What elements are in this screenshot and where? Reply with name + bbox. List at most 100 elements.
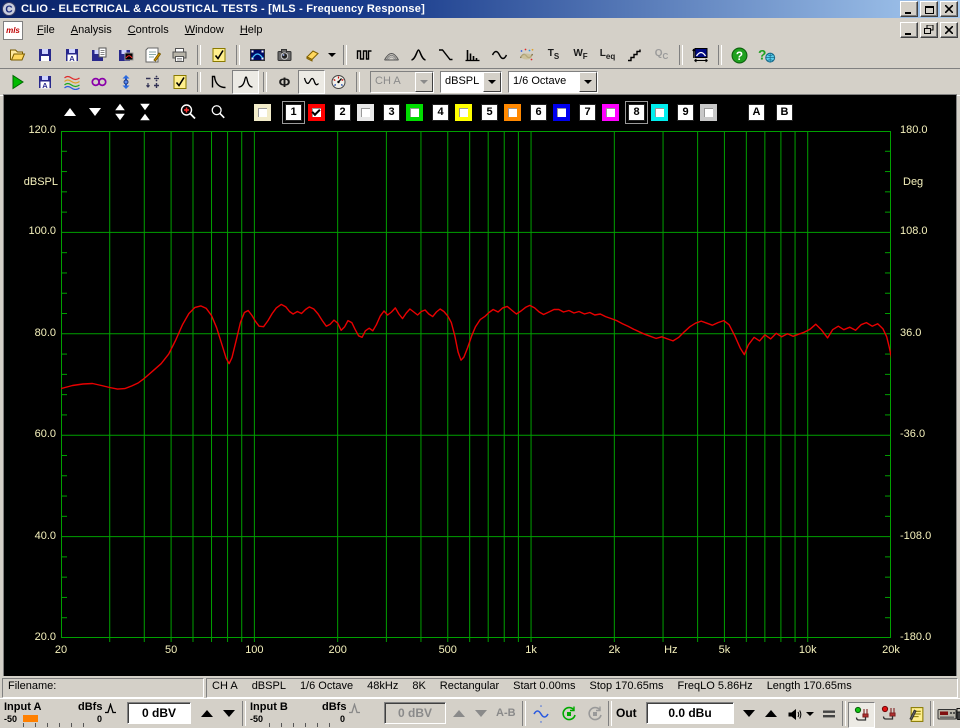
overlay-curves-button[interactable]: [58, 70, 85, 94]
sinusoidal-button[interactable]: [486, 43, 513, 67]
fft-button[interactable]: [459, 43, 486, 67]
mls-window-icon[interactable]: mls: [3, 20, 23, 40]
curve-check-6[interactable]: [553, 103, 570, 121]
notes-export-button[interactable]: [139, 43, 166, 67]
print-button[interactable]: [166, 43, 193, 67]
shift-down-button[interactable]: [89, 108, 101, 116]
close-button[interactable]: [940, 1, 958, 17]
overlay-checkbox[interactable]: [254, 103, 271, 121]
menu-item-file[interactable]: File: [29, 22, 63, 38]
output-levels-button[interactable]: [818, 702, 840, 726]
zoom-out-button[interactable]: [210, 104, 226, 120]
snapshot-button[interactable]: [271, 43, 298, 67]
out-level[interactable]: 0.0 dBu: [646, 702, 734, 724]
leq-button[interactable]: Leq: [594, 43, 621, 67]
curve-button-9[interactable]: 9: [677, 103, 694, 121]
decay-button[interactable]: [432, 43, 459, 67]
curve-check-4[interactable]: [455, 103, 472, 121]
mls-settings-button[interactable]: [205, 43, 232, 67]
input-a-up-button[interactable]: [198, 706, 216, 721]
menu-item-window[interactable]: Window: [177, 22, 232, 38]
frequency-response-plot[interactable]: [61, 131, 891, 643]
curve-check-9[interactable]: [700, 103, 717, 121]
menu-item-controls[interactable]: Controls: [120, 22, 177, 38]
resize-graph-button[interactable]: [687, 43, 714, 67]
minimize-button[interactable]: [900, 1, 918, 17]
curve-button-5[interactable]: 5: [481, 103, 498, 121]
help-button[interactable]: ?: [726, 43, 753, 67]
curve-button-8[interactable]: 8: [625, 100, 648, 124]
film-export-button[interactable]: [244, 43, 271, 67]
smoothing-select[interactable]: 1/6 Octave: [508, 71, 598, 93]
minimum-phase-button[interactable]: [298, 70, 325, 94]
measurement-info-item: Stop 170.65ms: [589, 680, 664, 692]
mic-a-button[interactable]: [848, 702, 875, 728]
export-graphics-button[interactable]: [112, 43, 139, 67]
maximize-button[interactable]: [920, 1, 938, 17]
curve-check-7[interactable]: [602, 103, 619, 121]
expand-scale-button[interactable]: [114, 103, 126, 121]
save-button[interactable]: [31, 43, 58, 67]
mic-settings-button[interactable]: [904, 702, 929, 726]
out-down-button[interactable]: [740, 706, 758, 721]
phase-button[interactable]: Φ: [271, 70, 298, 94]
input-a-sensitivity[interactable]: 0 dBV: [127, 702, 191, 724]
curve-check-8[interactable]: [651, 103, 668, 121]
child-close-button[interactable]: [940, 22, 958, 38]
ts-parameters-button[interactable]: TS: [540, 43, 567, 67]
menu-item-help[interactable]: Help: [232, 22, 271, 38]
out-up-button[interactable]: [762, 706, 780, 721]
unit-select-arrow[interactable]: [483, 72, 501, 92]
child-restore-button[interactable]: [920, 22, 938, 38]
curve-check-2[interactable]: [357, 103, 374, 121]
frequency-domain-button[interactable]: [232, 70, 259, 94]
linearity-button[interactable]: [621, 43, 648, 67]
meter-button[interactable]: [325, 70, 352, 94]
mls-settings-button-2[interactable]: [166, 70, 193, 94]
save-curve-a-button[interactable]: A: [58, 43, 85, 67]
compress-scale-button[interactable]: [139, 103, 151, 121]
y-axis-title: dBSPL: [23, 176, 58, 188]
curve-check-1[interactable]: [308, 103, 325, 121]
noise-sweep-button[interactable]: [513, 43, 540, 67]
compare-b-button[interactable]: B: [776, 103, 793, 121]
curve-button-7[interactable]: 7: [579, 103, 596, 121]
curve-button-2[interactable]: 2: [334, 103, 351, 121]
quality-control-button: QC: [654, 47, 669, 61]
menu-item-analysis[interactable]: Analysis: [63, 22, 120, 38]
store-curve-button[interactable]: A: [31, 70, 58, 94]
export-data-button[interactable]: [85, 43, 112, 67]
wow-flutter-button[interactable]: WF: [567, 43, 594, 67]
input-a-down-button[interactable]: [220, 706, 238, 721]
curve-check-3[interactable]: [406, 103, 423, 121]
reference-button[interactable]: [112, 70, 139, 94]
curve-button-6[interactable]: 6: [530, 103, 547, 121]
impulse-analysis-button[interactable]: [405, 43, 432, 67]
curve-check-5[interactable]: [504, 103, 521, 121]
output-select-button[interactable]: [784, 702, 804, 726]
loop-mode-button[interactable]: [85, 70, 112, 94]
smoothing-select-arrow[interactable]: [579, 72, 597, 92]
compare-a-button[interactable]: A: [748, 103, 765, 121]
manual-button[interactable]: [952, 702, 960, 726]
go-button[interactable]: [4, 70, 31, 94]
help-online-button[interactable]: ?: [753, 43, 780, 67]
input-autorange-button[interactable]: [528, 702, 553, 726]
open-button[interactable]: [4, 43, 31, 67]
time-domain-button[interactable]: [205, 70, 232, 94]
erase-dropdown-button[interactable]: [325, 43, 339, 67]
waterfall-button[interactable]: [378, 43, 405, 67]
output-dropdown-button[interactable]: [804, 702, 816, 726]
zoom-in-button[interactable]: [179, 103, 197, 121]
curve-button-4[interactable]: 4: [432, 103, 449, 121]
unit-select[interactable]: dBSPL: [440, 71, 502, 93]
curve-button-1[interactable]: 1: [282, 100, 305, 124]
erase-button[interactable]: [298, 43, 325, 67]
process-math-button[interactable]: [139, 70, 166, 94]
curve-button-3[interactable]: 3: [383, 103, 400, 121]
autorange-loop-a-button[interactable]: [556, 702, 581, 726]
mls-analysis-button[interactable]: [351, 43, 378, 67]
shift-up-button[interactable]: [64, 108, 76, 116]
child-minimize-button[interactable]: [900, 22, 918, 38]
mic-b-button[interactable]: [876, 702, 901, 726]
